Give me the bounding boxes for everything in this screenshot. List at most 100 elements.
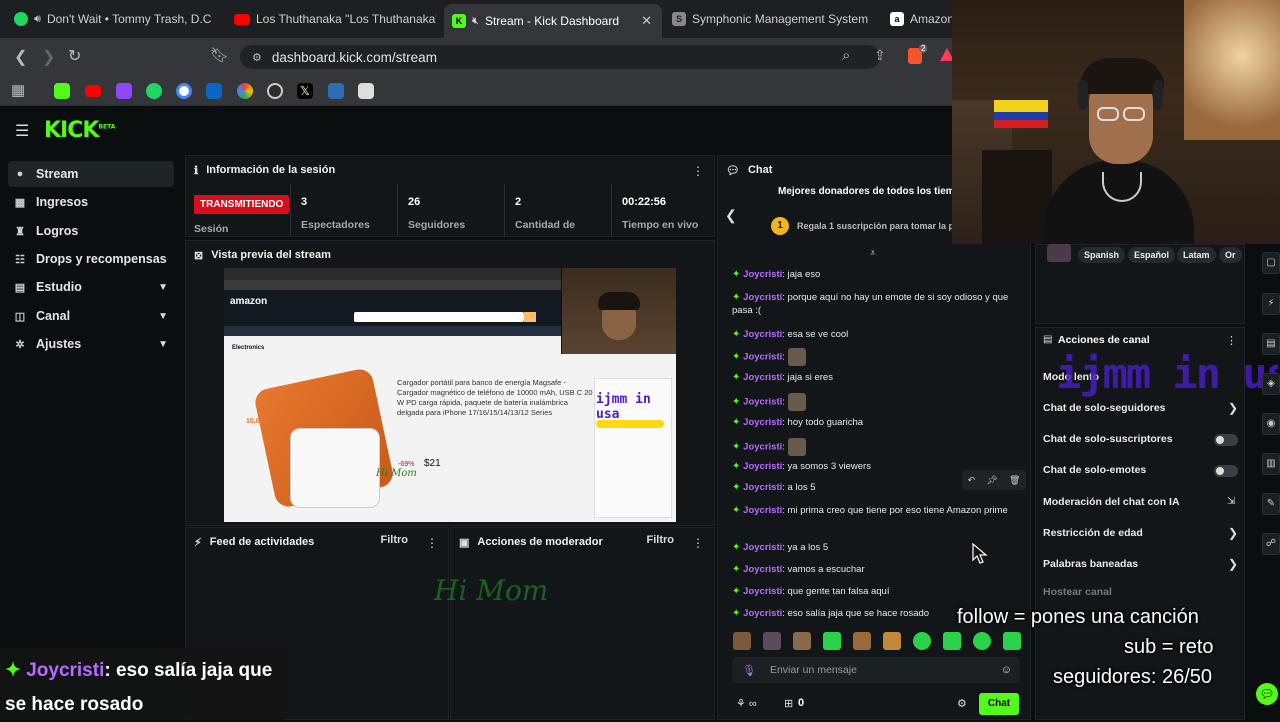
pin-icon[interactable]: 📌︎	[986, 475, 997, 486]
chat-username[interactable]: Joycristi	[743, 292, 782, 303]
emote-icon[interactable]	[943, 632, 961, 650]
apps-grid-icon[interactable]: ▦	[11, 81, 25, 99]
sidebar-item-estudio[interactable]: ▤ Estudio ▼	[8, 274, 174, 300]
emoji-icon[interactable]: ☺	[1001, 664, 1012, 676]
ai-moderation-label[interactable]: Moderación del chat con IA	[1043, 496, 1180, 508]
chat-username[interactable]: Joycristi	[743, 564, 782, 575]
layout-icon[interactable]: ▥	[1262, 453, 1280, 475]
youtube-bookmark-icon[interactable]	[85, 85, 101, 97]
more-options-icon[interactable]: ⋮	[692, 536, 704, 550]
chat-username[interactable]: Joycristi	[743, 542, 782, 553]
tag-spanish[interactable]: Spanish	[1078, 247, 1126, 263]
x-bookmark-icon[interactable]: 𝕏	[297, 83, 313, 99]
more-options-icon[interactable]: ⋮	[692, 164, 704, 178]
emote-icon[interactable]	[733, 632, 751, 650]
chat-username[interactable]: Joycristi	[743, 442, 782, 453]
site-info-icon[interactable]: ⚙	[252, 51, 262, 64]
bookmark-icon[interactable]: 🔖︎	[210, 46, 229, 64]
address-bar[interactable]: ⚙ dashboard.kick.com/stream	[240, 45, 880, 69]
tab-symphonic[interactable]: S Symphonic Management System	[664, 6, 880, 32]
reply-icon[interactable]: ↶	[968, 475, 976, 486]
profile-bookmark-icon[interactable]	[328, 83, 344, 99]
chat-username[interactable]: Joycristi	[743, 397, 782, 408]
close-tab-icon[interactable]: ✕	[641, 13, 652, 29]
wrench-icon[interactable]: ✎	[1262, 493, 1280, 515]
chat-username[interactable]: Joycristi	[743, 372, 782, 383]
more-options-icon[interactable]: ⋮	[1226, 334, 1237, 347]
chatgpt-bookmark-icon[interactable]	[267, 83, 283, 99]
chat-message[interactable]: ✦ Joycristi: jaja si eres	[732, 371, 1022, 384]
emote-icon[interactable]	[973, 632, 991, 650]
chat-message[interactable]: ✦ Joycristi: hoy todo guaricha	[732, 416, 1022, 429]
users-icon[interactable]: ☍	[1262, 533, 1280, 555]
chevron-right-icon[interactable]: ❯	[1228, 557, 1238, 571]
chat-username[interactable]: Joycristi	[743, 505, 782, 516]
screen-icon[interactable]: ▢	[1262, 252, 1280, 274]
chat-bubble-icon[interactable]: 💬︎	[1256, 683, 1278, 705]
tab-amazon[interactable]: a Amazon	[882, 6, 962, 32]
tab-kick-dashboard[interactable]: K 🔇︎ Stream - Kick Dashboard ✕	[444, 4, 662, 38]
more-options-icon[interactable]: ⋮	[426, 536, 438, 550]
google-bookmark-icon[interactable]	[176, 83, 192, 99]
host-channel-label[interactable]: Hostear canal	[1043, 586, 1112, 598]
zoom-icon[interactable]: ⌕	[842, 47, 850, 64]
twitch-bookmark-icon[interactable]	[116, 83, 132, 99]
mic-icon[interactable]: 🎙︎	[742, 664, 756, 677]
chat-message[interactable]: ✦ Joycristi: porque aquí no hay un emote…	[732, 291, 1022, 317]
share-icon[interactable]: ⇪	[874, 47, 886, 64]
tag-latam[interactable]: Latam	[1177, 247, 1216, 263]
chat-username[interactable]: Joycristi	[743, 461, 782, 472]
sidebar-item-ingresos[interactable]: ▦ Ingresos	[8, 189, 174, 215]
chat-username[interactable]: Joycristi	[743, 608, 782, 619]
outlook-bookmark-icon[interactable]	[206, 83, 222, 99]
tab-youtube[interactable]: Los Thuthanaka "Los Thuthanaka"	[226, 6, 436, 32]
tag-other[interactable]: Or	[1219, 247, 1242, 263]
chat-message[interactable]: ✦ Joycristi:	[732, 393, 1022, 411]
chat-message[interactable]: ✦ Joycristi: que gente tan falsa aquí	[732, 585, 1022, 598]
kick-logo[interactable]: KICKBETA	[44, 118, 115, 143]
emote-icon[interactable]	[1003, 632, 1021, 650]
doc-bookmark-icon[interactable]	[358, 83, 374, 99]
photos-bookmark-icon[interactable]	[237, 83, 253, 99]
chat-username[interactable]: Joycristi	[743, 482, 782, 493]
feed-filter-button[interactable]: Filtro	[381, 534, 409, 546]
external-link-icon[interactable]: ⇲	[1227, 496, 1235, 507]
gift-icon[interactable]: ⊞	[784, 697, 793, 710]
tab-spotify[interactable]: 🔊︎ Don't Wait • Tommy Trash, D.C	[6, 6, 226, 32]
chat-message[interactable]: ✦ Joycristi: mi prima creo que tiene por…	[732, 504, 1022, 517]
chevron-left-icon[interactable]: ❮	[725, 207, 737, 224]
subscribers-only-toggle[interactable]	[1214, 434, 1238, 446]
banned-words-label[interactable]: Palabras baneadas	[1043, 558, 1138, 570]
sidebar-item-drops[interactable]: ☷ Drops y recompensas	[8, 246, 174, 272]
emote-icon[interactable]	[853, 632, 871, 650]
chat-username[interactable]: Joycristi	[743, 269, 782, 280]
sidebar-item-stream[interactable]: ● Stream	[8, 161, 174, 187]
age-restriction-label[interactable]: Restricción de edad	[1043, 527, 1143, 539]
shield-icon[interactable]: ◈	[1262, 373, 1280, 395]
emote-icon[interactable]	[883, 632, 901, 650]
chat-input[interactable]: 🎙︎ Enviar un mensaje ☺	[732, 657, 1020, 683]
connections-icon[interactable]: ⚘ ∞	[736, 697, 757, 710]
chat-settings-icon[interactable]: ⚙	[957, 697, 967, 710]
menu-icon[interactable]: ☰	[15, 121, 29, 141]
delete-icon[interactable]: 🗑︎	[1009, 475, 1020, 486]
emote-icon[interactable]	[913, 632, 931, 650]
broadcast-icon[interactable]: ◉	[1262, 413, 1280, 435]
emote-icon[interactable]	[823, 632, 841, 650]
sidebar-item-ajustes[interactable]: ✲ Ajustes ▼	[8, 331, 174, 357]
chat-message[interactable]: ✦ Joycristi:	[732, 438, 1022, 456]
stream-preview-video[interactable]: amazon Electronics 10,000 Cargador portá…	[224, 268, 676, 522]
spotify-bookmark-icon[interactable]	[146, 83, 162, 99]
kick-bookmark-icon[interactable]	[54, 83, 70, 99]
lightning-icon[interactable]: ⚡︎	[1262, 293, 1280, 315]
document-icon[interactable]: ▤	[1262, 333, 1280, 355]
chat-message[interactable]: ✦ Joycristi: jaja eso	[732, 268, 1022, 281]
chevron-right-icon[interactable]: ❯	[1228, 526, 1238, 540]
reload-icon[interactable]: ↻	[68, 46, 81, 66]
chat-username[interactable]: Joycristi	[743, 352, 782, 363]
chat-username[interactable]: Joycristi	[743, 586, 782, 597]
tag-espanol[interactable]: Español	[1128, 247, 1176, 263]
emote-icon[interactable]	[793, 632, 811, 650]
back-icon[interactable]: ❮	[14, 47, 27, 67]
chat-send-button[interactable]: Chat	[979, 693, 1019, 715]
